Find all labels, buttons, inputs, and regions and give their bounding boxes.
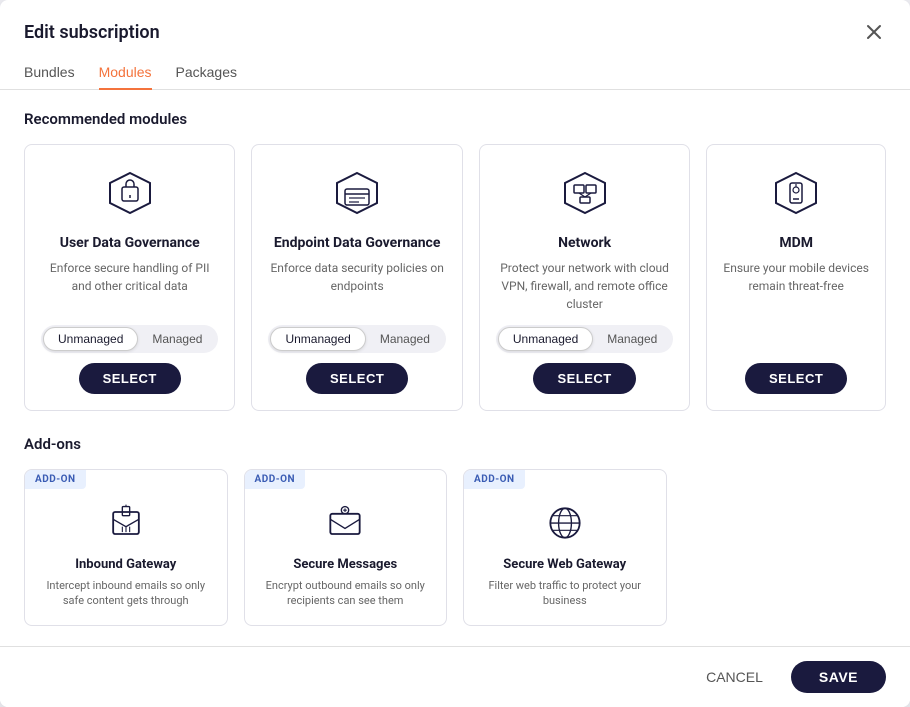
addon-card-inbound-gateway: ADD-ON Inbound Gateway Intercept inbound… — [24, 469, 228, 626]
tab-packages[interactable]: Packages — [176, 56, 237, 90]
toggle-unmanaged[interactable]: Unmanaged — [43, 327, 138, 351]
module-card-mdm: MDM Ensure your mobile devices remain th… — [706, 144, 886, 411]
module-name: User Data Governance — [60, 235, 200, 251]
cancel-button[interactable]: CANCEL — [690, 661, 779, 693]
toggle-unmanaged[interactable]: Unmanaged — [270, 327, 365, 351]
addon-badge: ADD-ON — [464, 470, 525, 489]
toggle-unmanaged[interactable]: Unmanaged — [498, 327, 593, 351]
close-button[interactable] — [862, 20, 886, 44]
module-toggle: Unmanaged Managed — [496, 325, 673, 353]
tab-bar: Bundles Modules Packages — [0, 44, 910, 90]
modal-title: Edit subscription — [24, 22, 160, 43]
endpoint-data-governance-icon — [329, 165, 385, 221]
addon-desc: Encrypt outbound emails so only recipien… — [245, 578, 447, 609]
select-button[interactable]: SELECT — [306, 363, 408, 394]
addon-desc: Filter web traffic to protect your busin… — [464, 578, 666, 609]
network-icon — [557, 165, 613, 221]
secure-web-gateway-icon — [541, 499, 589, 547]
module-card-user-data-governance: User Data Governance Enforce secure hand… — [24, 144, 235, 411]
user-data-governance-icon — [102, 165, 158, 221]
addon-name: Inbound Gateway — [67, 557, 184, 572]
recommended-section-title: Recommended modules — [24, 110, 886, 128]
module-card-network: Network Protect your network with cloud … — [479, 144, 690, 411]
edit-subscription-modal: Edit subscription Bundles Modules Packag… — [0, 0, 910, 707]
modal-footer: CANCEL SAVE — [0, 646, 910, 707]
module-name: MDM — [779, 235, 813, 251]
select-button[interactable]: SELECT — [79, 363, 181, 394]
addons-section-title: Add-ons — [24, 435, 886, 453]
inbound-gateway-icon — [102, 499, 150, 547]
module-card-endpoint-data-governance: Endpoint Data Governance Enforce data se… — [251, 144, 462, 411]
addon-badge: ADD-ON — [25, 470, 86, 489]
module-toggle: Unmanaged Managed — [41, 325, 218, 353]
module-desc: Protect your network with cloud VPN, fir… — [496, 259, 673, 313]
select-button[interactable]: SELECT — [533, 363, 635, 394]
addon-name: Secure Messages — [285, 557, 405, 572]
addon-name: Secure Web Gateway — [495, 557, 634, 572]
module-desc: Enforce secure handling of PII and other… — [41, 259, 218, 313]
select-button[interactable]: SELECT — [745, 363, 847, 394]
addons-grid: ADD-ON Inbound Gateway Intercept inbound… — [24, 469, 886, 626]
module-name: Network — [558, 235, 611, 251]
module-desc: Ensure your mobile devices remain threat… — [723, 259, 869, 363]
module-toggle: Unmanaged Managed — [268, 325, 445, 353]
toggle-managed[interactable]: Managed — [138, 327, 216, 351]
mdm-icon — [768, 165, 824, 221]
modal-header: Edit subscription — [0, 0, 910, 44]
addon-desc: Intercept inbound emails so only safe co… — [25, 578, 227, 609]
tab-modules[interactable]: Modules — [99, 56, 152, 90]
modules-grid: User Data Governance Enforce secure hand… — [24, 144, 886, 411]
tab-bundles[interactable]: Bundles — [24, 56, 75, 90]
addon-card-secure-web-gateway: ADD-ON Secure Web Gateway Filter web tra… — [463, 469, 667, 626]
module-desc: Enforce data security policies on endpoi… — [268, 259, 445, 313]
secure-messages-icon — [321, 499, 369, 547]
modal-body: Recommended modules User Data Governance… — [0, 90, 910, 646]
save-button[interactable]: SAVE — [791, 661, 886, 693]
addon-badge: ADD-ON — [245, 470, 306, 489]
close-icon — [866, 24, 882, 40]
module-name: Endpoint Data Governance — [274, 235, 441, 251]
addon-card-secure-messages: ADD-ON Secure Messages Encrypt outbound … — [244, 469, 448, 626]
toggle-managed[interactable]: Managed — [366, 327, 444, 351]
toggle-managed[interactable]: Managed — [593, 327, 671, 351]
